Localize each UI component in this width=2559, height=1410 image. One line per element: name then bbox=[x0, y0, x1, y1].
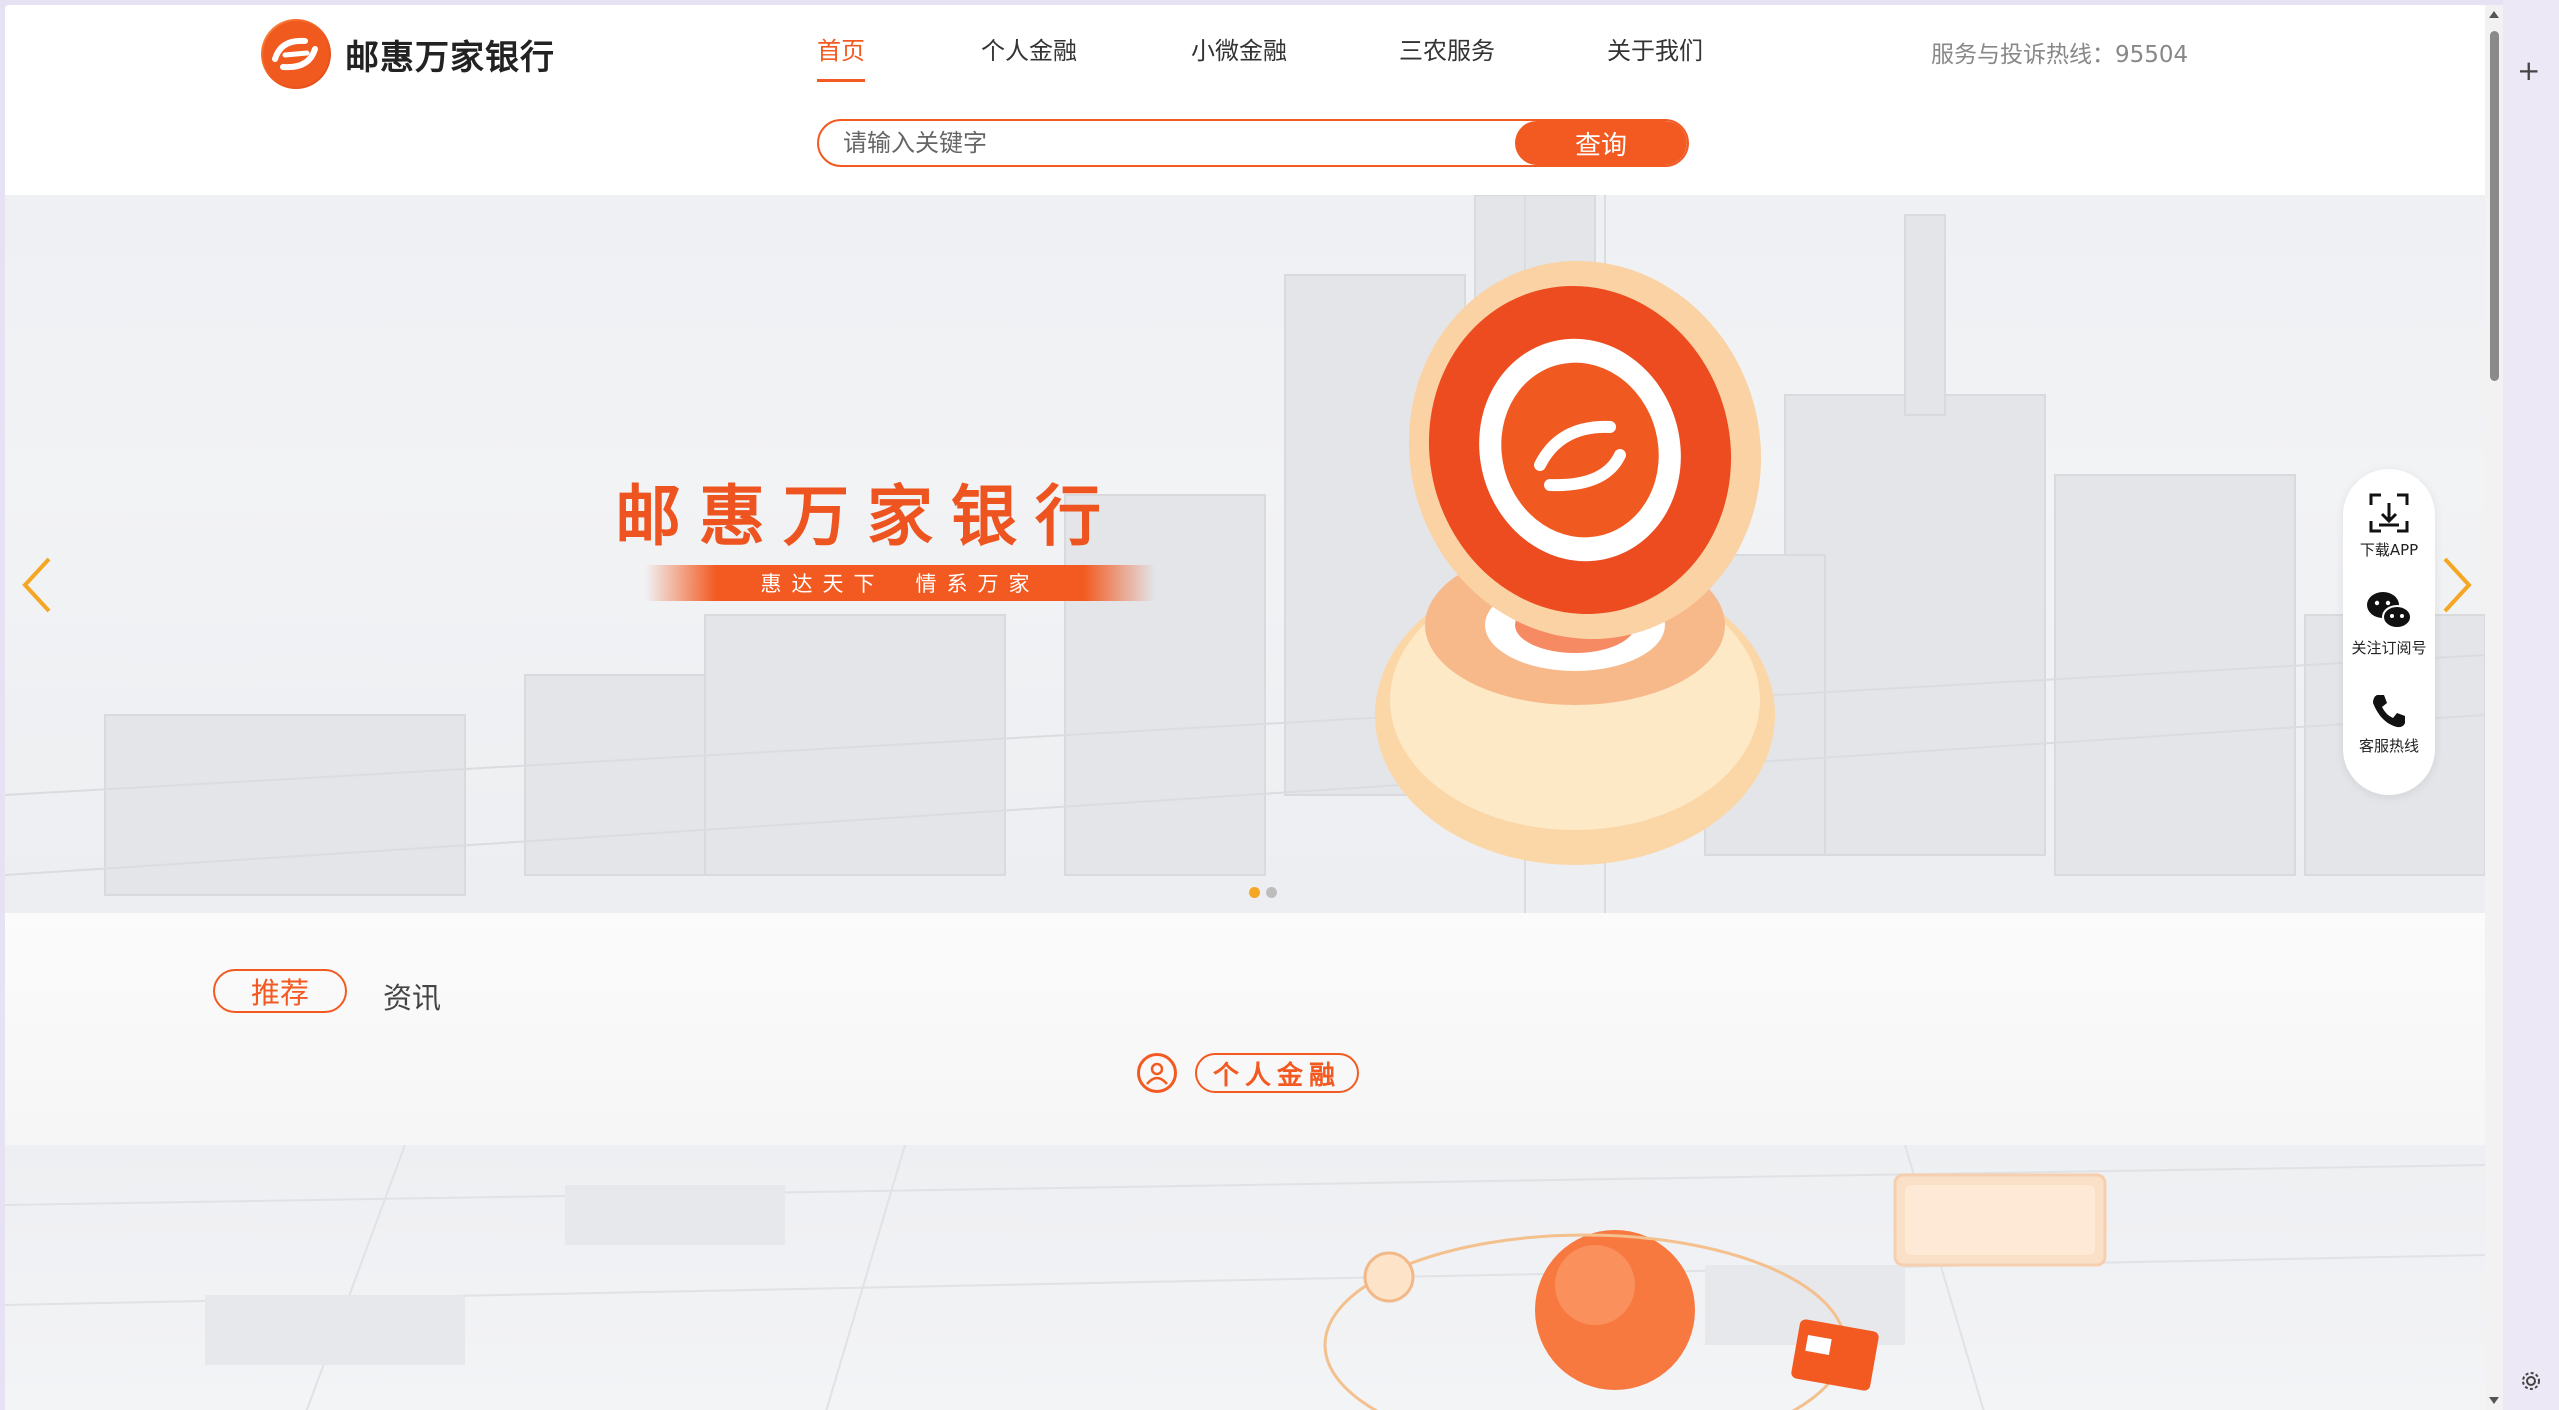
floating-service-bar: 下载APP 关注订阅号 客服热线 bbox=[2343, 469, 2435, 795]
tab-news[interactable]: 资讯 bbox=[383, 975, 441, 1017]
qrcode-download-icon bbox=[2369, 493, 2409, 533]
banner-prev-arrow-icon[interactable] bbox=[19, 555, 59, 615]
section-heading: 个人金融 bbox=[1137, 1053, 1360, 1093]
tab-recommended[interactable]: 推荐 bbox=[213, 969, 347, 1013]
site-header: 邮惠万家银行 首页 个人金融 小微金融 三农服务 关于我们 服务与投诉热线：95… bbox=[5, 5, 2485, 195]
banner-next-arrow-icon[interactable] bbox=[2435, 555, 2475, 615]
site-logo[interactable]: 邮惠万家银行 bbox=[261, 19, 555, 89]
scroll-down-arrow-icon[interactable] bbox=[2489, 1397, 2499, 1404]
wechat-icon bbox=[2367, 592, 2412, 629]
page-scrollbar[interactable] bbox=[2485, 5, 2503, 1410]
nav-item-label: 关于我们 bbox=[1607, 37, 1703, 65]
float-item-label: 客服热线 bbox=[2358, 737, 2419, 755]
float-item-customer-hotline[interactable]: 客服热线 bbox=[2343, 691, 2435, 756]
banner-background-illustration bbox=[5, 195, 2485, 913]
carousel-dot-1[interactable] bbox=[1249, 887, 1260, 898]
user-circle-icon bbox=[1137, 1053, 1177, 1093]
float-item-label: 下载APP bbox=[2359, 541, 2419, 559]
search-bar: 查询 bbox=[817, 119, 1689, 167]
search-button[interactable]: 查询 bbox=[1515, 121, 1687, 165]
finance-scene-graphic bbox=[5, 1145, 2485, 1410]
content-section: 推荐 资讯 个人金融 bbox=[5, 913, 2485, 1145]
banner-title: 邮惠万家银行 bbox=[615, 478, 1119, 555]
nav-item-rural-services[interactable]: 三农服务 bbox=[1399, 31, 1495, 66]
bank-name: 邮惠万家银行 bbox=[345, 37, 555, 78]
nav-item-about-us[interactable]: 关于我们 bbox=[1607, 31, 1703, 66]
bank-logo-icon bbox=[261, 19, 331, 89]
hero-banner[interactable]: 邮惠万家银行 惠达天下 情系万家 bbox=[5, 195, 2485, 913]
nav-item-label: 三农服务 bbox=[1399, 37, 1495, 65]
phone-icon bbox=[2373, 695, 2405, 728]
settings-gear-icon[interactable] bbox=[2520, 1370, 2542, 1392]
carousel-indicators bbox=[1249, 887, 1283, 898]
section-heading-label: 个人金融 bbox=[1195, 1053, 1360, 1093]
browser-frame: 邮惠万家银行 首页 个人金融 小微金融 三农服务 关于我们 服务与投诉热线：95… bbox=[0, 0, 2559, 1410]
nav-active-underline bbox=[817, 79, 865, 82]
nav-item-home[interactable]: 首页 bbox=[817, 31, 865, 82]
float-item-wechat-subscribe[interactable]: 关注订阅号 bbox=[2343, 589, 2435, 658]
nav-item-micro-finance[interactable]: 小微金融 bbox=[1191, 31, 1287, 66]
personal-finance-illustration bbox=[5, 1145, 2485, 1410]
nav-item-label: 小微金融 bbox=[1191, 37, 1287, 65]
browser-side-panel: + bbox=[2503, 0, 2559, 1410]
float-item-label: 关注订阅号 bbox=[2351, 639, 2427, 657]
nav-item-personal-finance[interactable]: 个人金融 bbox=[981, 31, 1077, 66]
add-panel-icon[interactable]: + bbox=[2517, 54, 2540, 87]
service-hotline: 服务与投诉热线：95504 bbox=[1931, 42, 2189, 68]
carousel-dot-2[interactable] bbox=[1266, 887, 1277, 898]
scroll-up-arrow-icon[interactable] bbox=[2489, 11, 2499, 18]
scrollbar-thumb[interactable] bbox=[2490, 31, 2499, 381]
float-item-download-app[interactable]: 下载APP bbox=[2343, 491, 2435, 560]
banner-slogan: 惠达天下 情系万家 bbox=[645, 565, 1155, 601]
search-input[interactable] bbox=[819, 121, 1515, 165]
nav-item-label: 个人金融 bbox=[981, 37, 1077, 65]
nav-item-label: 首页 bbox=[817, 37, 865, 65]
page-viewport: 邮惠万家银行 首页 个人金融 小微金融 三农服务 关于我们 服务与投诉热线：95… bbox=[5, 5, 2485, 1410]
